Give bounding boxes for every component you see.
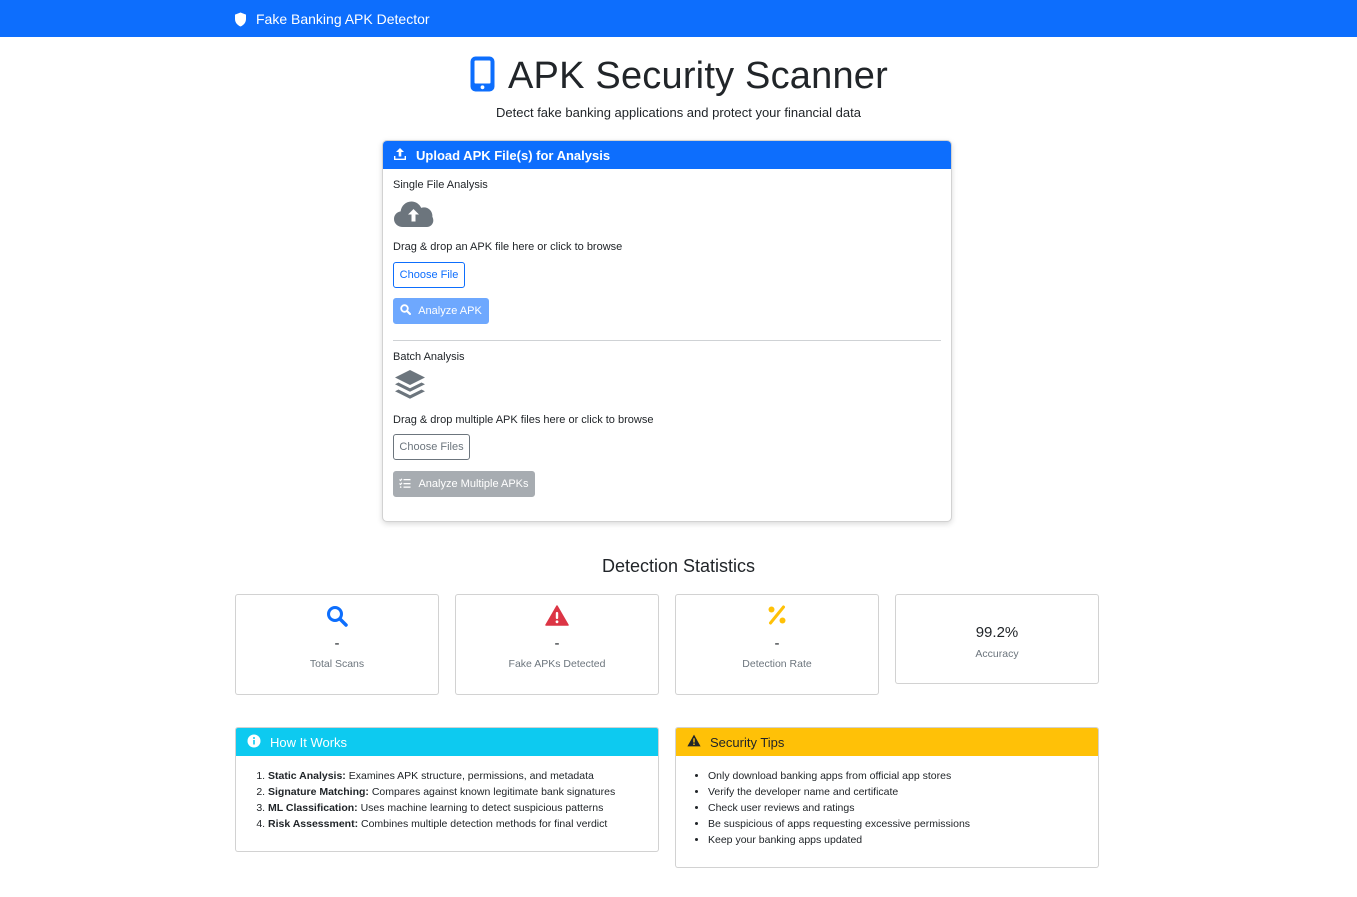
list-item-term: Risk Assessment: <box>268 818 359 830</box>
security-tips-card: Security Tips Only download banking apps… <box>675 727 1099 868</box>
batch-dropzone-text[interactable]: Drag & drop multiple APK files here or c… <box>393 414 653 426</box>
stat-value: - <box>554 635 560 652</box>
list-item: Verify the developer name and certificat… <box>708 784 970 800</box>
how-it-works-card: How It Works Static Analysis: Examines A… <box>235 727 659 852</box>
stat-value: 99.2% <box>975 624 1019 641</box>
how-it-works-list: Static Analysis: Examines APK structure,… <box>268 768 615 832</box>
how-it-works-header: How It Works <box>236 728 658 756</box>
list-item-term: ML Classification: <box>268 802 358 814</box>
warning-triangle-icon <box>456 605 658 626</box>
stat-label: Detection Rate <box>742 658 812 670</box>
navbar: Fake Banking APK Detector <box>0 0 1357 37</box>
stat-label: Fake APKs Detected <box>508 658 606 670</box>
page-title: APK Security Scanner <box>0 55 1357 98</box>
list-item: Be suspicious of apps requesting excessi… <box>708 816 970 832</box>
upload-card: Upload APK File(s) for Analysis Single F… <box>382 140 952 522</box>
list-check-icon <box>399 477 411 491</box>
analyze-apk-label: Analyze APK <box>418 305 482 317</box>
list-item-term: Signature Matching: <box>268 786 369 798</box>
navbar-brand-text: Fake Banking APK Detector <box>256 11 430 27</box>
list-item: ML Classification: Uses machine learning… <box>268 800 615 816</box>
single-dropzone-text[interactable]: Drag & drop an APK file here or click to… <box>393 241 622 253</box>
analyze-apk-button[interactable]: Analyze APK <box>393 298 489 324</box>
list-item: Signature Matching: Compares against kno… <box>268 784 615 800</box>
mobile-phone-icon <box>469 55 496 98</box>
security-tips-title: Security Tips <box>710 734 785 750</box>
page-title-text: APK Security Scanner <box>508 55 888 97</box>
navbar-brand[interactable]: Fake Banking APK Detector <box>234 10 430 28</box>
single-analysis-label: Single File Analysis <box>393 179 488 191</box>
stat-value: - <box>334 635 340 652</box>
stat-card-accuracy: 99.2% Accuracy <box>895 594 1099 684</box>
stat-label: Accuracy <box>975 648 1019 660</box>
layers-icon[interactable] <box>393 369 427 407</box>
stat-label: Total Scans <box>309 658 365 670</box>
shield-icon <box>234 12 247 27</box>
list-item-text: Compares against known legitimate bank s… <box>368 786 616 798</box>
list-item: Risk Assessment: Combines multiple detec… <box>268 816 615 832</box>
percent-icon <box>676 605 878 625</box>
stat-card-total-scans: - Total Scans <box>235 594 439 695</box>
warning-triangle-icon <box>687 734 701 750</box>
page-subtitle: Detect fake banking applications and pro… <box>496 105 861 120</box>
choose-files-button[interactable]: Choose Files <box>393 434 470 460</box>
security-tips-header: Security Tips <box>676 728 1098 756</box>
analyze-multiple-label: Analyze Multiple APKs <box>418 478 529 490</box>
info-circle-icon <box>247 734 261 751</box>
list-item-text: Combines multiple detection methods for … <box>358 818 608 830</box>
list-item-text: Uses machine learning to detect suspicio… <box>357 802 604 814</box>
list-item-text: Examines APK structure, permissions, and… <box>345 770 594 782</box>
security-tips-list: Only download banking apps from official… <box>708 768 970 848</box>
section-divider <box>393 340 941 341</box>
list-item: Static Analysis: Examines APK structure,… <box>268 768 615 784</box>
batch-analysis-label: Batch Analysis <box>393 351 465 363</box>
stat-card-detection-rate: - Detection Rate <box>675 594 879 695</box>
cloud-upload-icon[interactable] <box>393 199 434 234</box>
list-item: Keep your banking apps updated <box>708 832 970 848</box>
search-icon <box>400 304 412 318</box>
stat-value: - <box>774 635 780 652</box>
upload-card-title: Upload APK File(s) for Analysis <box>416 147 611 163</box>
stat-card-fake-apks: - Fake APKs Detected <box>455 594 659 695</box>
analyze-multiple-apks-button[interactable]: Analyze Multiple APKs <box>393 471 535 497</box>
stats-title: Detection Statistics <box>601 556 756 576</box>
how-it-works-title: How It Works <box>270 734 348 750</box>
upload-card-header: Upload APK File(s) for Analysis <box>383 141 951 169</box>
list-item-term: Static Analysis: <box>268 770 346 782</box>
upload-icon <box>393 147 407 164</box>
list-item: Check user reviews and ratings <box>708 800 970 816</box>
search-icon <box>236 605 438 627</box>
list-item: Only download banking apps from official… <box>708 768 970 784</box>
choose-file-button[interactable]: Choose File <box>393 262 465 288</box>
